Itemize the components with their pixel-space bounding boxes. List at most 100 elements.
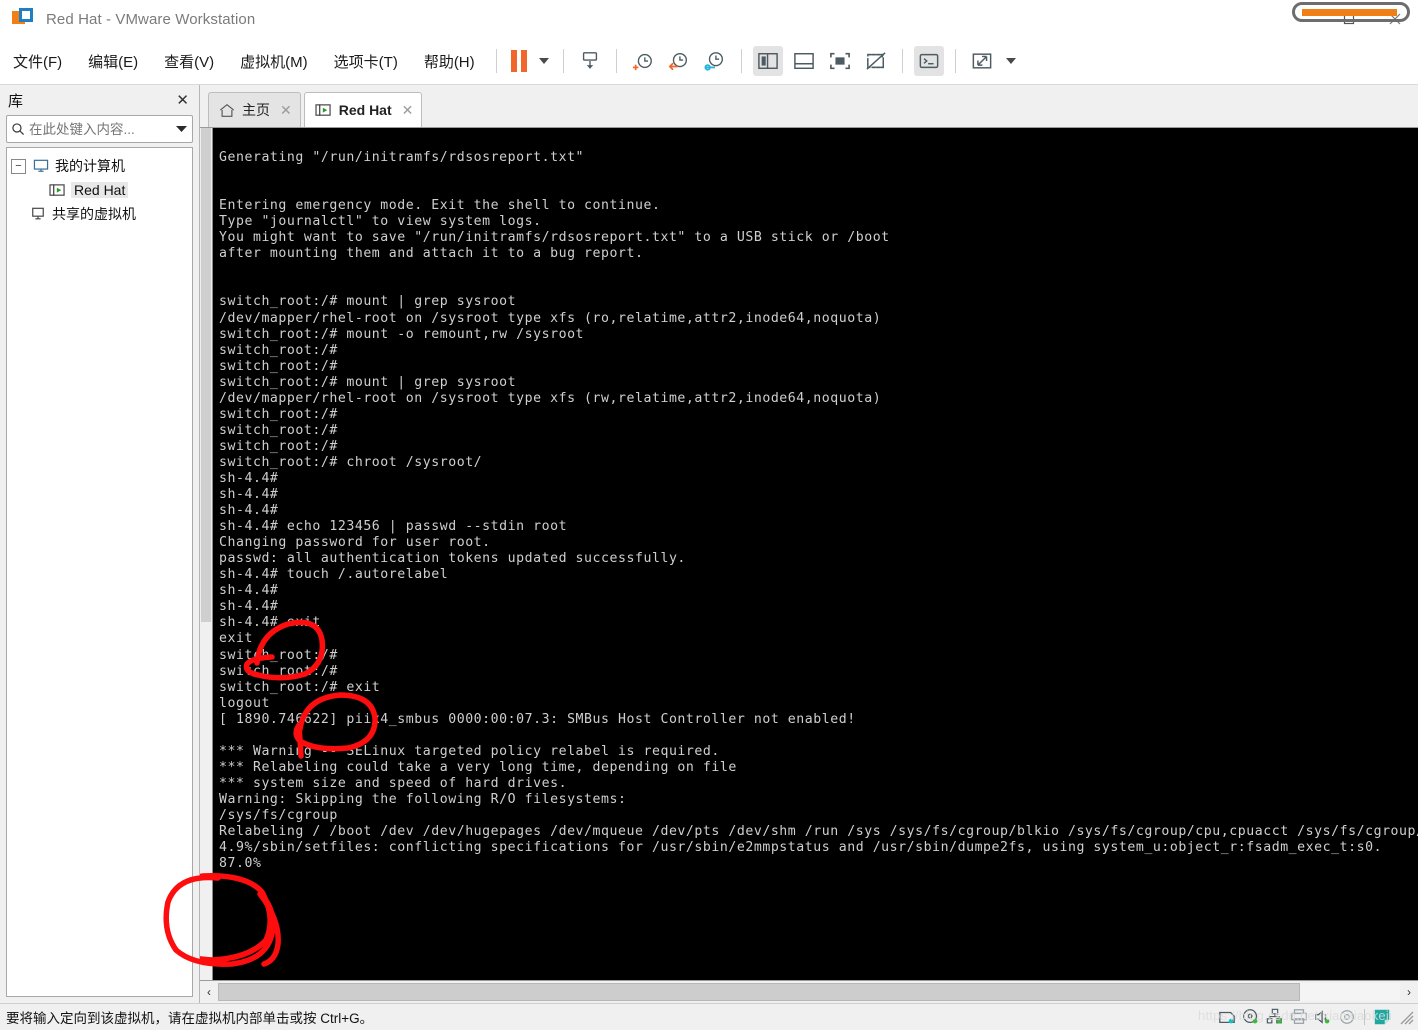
tab-red-hat[interactable]: Red Hat ✕ bbox=[303, 92, 423, 127]
terminal-line: switch_root:/# bbox=[219, 663, 338, 679]
full-screen-icon[interactable] bbox=[825, 46, 855, 76]
terminal-line: switch_root:/# bbox=[219, 342, 338, 358]
show-library-icon[interactable] bbox=[752, 46, 783, 76]
take-snapshot-icon[interactable] bbox=[628, 46, 658, 76]
resize-grip-icon[interactable] bbox=[1398, 1009, 1414, 1025]
tab-home[interactable]: 主页 ✕ bbox=[208, 92, 301, 127]
library-search-field[interactable] bbox=[29, 121, 170, 137]
vmware-logo-icon bbox=[12, 8, 34, 30]
scroll-left-button[interactable]: ‹ bbox=[200, 982, 218, 1002]
vm-running-icon bbox=[315, 103, 332, 118]
terminal-line: [ 1890.746622] piix4_smbus 0000:00:07.3:… bbox=[219, 711, 856, 727]
terminal-line: You might want to save "/run/initramfs/r… bbox=[219, 230, 890, 246]
terminal-line: switch_root:/# mount | grep sysroot bbox=[219, 374, 517, 390]
computer-icon bbox=[32, 158, 50, 174]
chevron-down-icon[interactable] bbox=[538, 58, 549, 64]
tree-label: Red Hat bbox=[71, 182, 129, 198]
terminal-line: 4.9%/sbin/setfiles: conflicting specific… bbox=[219, 840, 1383, 856]
chevron-down-icon[interactable] bbox=[1005, 58, 1016, 64]
menu-tabs[interactable]: 选项卡(T) bbox=[321, 51, 411, 72]
horizontal-scrollbar-track[interactable] bbox=[218, 983, 1400, 1001]
vmware-workstation-window: Red Hat - VMware Workstation 文件(F) 编辑(E)… bbox=[0, 0, 1418, 1030]
terminal-line: *** system size and speed of hard drives… bbox=[219, 775, 568, 791]
terminal-line: switch_root:/# exit bbox=[219, 679, 381, 695]
manage-snapshots-icon[interactable] bbox=[700, 46, 730, 76]
tree-item-shared-vms[interactable]: 共享的虚拟机 bbox=[7, 202, 192, 226]
terminal-line: switch_root:/# mount -o remount,rw /sysr… bbox=[219, 326, 585, 342]
watermark-text: https://blog.csdn.net/xiaoxiaokeji bbox=[1198, 1008, 1392, 1023]
collapse-toggle-icon[interactable]: − bbox=[11, 158, 26, 174]
horizontal-scrollbar-thumb[interactable] bbox=[218, 983, 1300, 1001]
window-title: Red Hat - VMware Workstation bbox=[46, 10, 256, 28]
terminal-line: /dev/mapper/rhel-root on /sysroot type x… bbox=[219, 390, 882, 406]
terminal-line: Entering emergency mode. Exit the shell … bbox=[219, 198, 661, 214]
vm-running-icon bbox=[48, 182, 66, 198]
vm-console[interactable]: Generating "/run/initramfs/rdsosreport.t… bbox=[163, 127, 1418, 980]
horizontal-scrollbar[interactable]: ‹ › bbox=[200, 980, 1418, 1003]
shared-vms-icon bbox=[29, 206, 47, 222]
toolbar-separator bbox=[740, 49, 742, 73]
toolbar-separator bbox=[901, 49, 903, 73]
tree-item-my-computer[interactable]: − 我的计算机 bbox=[7, 154, 192, 178]
terminal-line: Relabeling / /boot /dev /dev/hugepages /… bbox=[219, 824, 1418, 840]
vm-area: 主页 ✕ Red Hat ✕ Generating "/run/initramf… bbox=[163, 85, 1418, 1003]
unity-mode-icon[interactable] bbox=[861, 46, 891, 76]
terminal-line: 87.0% bbox=[219, 856, 262, 872]
close-icon[interactable]: ✕ bbox=[172, 91, 193, 109]
menu-file[interactable]: 文件(F) bbox=[0, 51, 75, 72]
vertical-scrollbar[interactable] bbox=[200, 128, 213, 980]
terminal-output[interactable]: Generating "/run/initramfs/rdsosreport.t… bbox=[213, 128, 1418, 980]
status-bar: 要将输入定向到该虚拟机，请在虚拟机内部单击或按 Ctrl+G。 https://… bbox=[0, 1003, 1418, 1030]
terminal-line: switch_root:/# bbox=[219, 406, 338, 422]
stretch-guest-icon[interactable] bbox=[967, 46, 997, 76]
terminal-line: sh-4.4# bbox=[219, 583, 279, 599]
menu-view[interactable]: 查看(V) bbox=[151, 51, 227, 72]
toolbar-separator bbox=[615, 49, 617, 73]
menu-help[interactable]: 帮助(H) bbox=[411, 51, 488, 72]
tree-label: 我的计算机 bbox=[55, 158, 125, 174]
library-tree[interactable]: − 我的计算机 Red Hat 共享的虚拟机 bbox=[6, 147, 193, 997]
terminal-line: Type "journalctl" to view system logs. bbox=[219, 214, 542, 230]
annotation-highlight-close bbox=[1292, 2, 1410, 22]
terminal-line: /dev/mapper/rhel-root on /sysroot type x… bbox=[219, 310, 882, 326]
tab-label: Red Hat bbox=[338, 102, 392, 118]
tab-strip: 主页 ✕ Red Hat ✕ bbox=[200, 85, 1418, 127]
library-panel: 库 ✕ − bbox=[0, 85, 200, 1003]
terminal-line: sh-4.4# bbox=[219, 470, 279, 486]
menu-toolbar: 文件(F) 编辑(E) 查看(V) 虚拟机(M) 选项卡(T) 帮助(H) bbox=[0, 38, 1418, 85]
terminal-line: *** Warning -- SELinux targeted policy r… bbox=[219, 743, 720, 759]
terminal-line: logout bbox=[219, 695, 270, 711]
title-bar: Red Hat - VMware Workstation bbox=[0, 0, 1418, 38]
terminal-line: sh-4.4# exit bbox=[219, 615, 321, 631]
show-thumbnail-bar-icon[interactable] bbox=[789, 46, 819, 76]
pause-icon[interactable] bbox=[510, 50, 533, 72]
tree-label: 共享的虚拟机 bbox=[52, 206, 136, 222]
menu-vm[interactable]: 虚拟机(M) bbox=[227, 51, 321, 72]
terminal-line: switch_root:/# bbox=[219, 438, 338, 454]
vertical-scrollbar-thumb[interactable] bbox=[201, 128, 211, 623]
main-area: 库 ✕ − bbox=[0, 85, 1418, 1003]
terminal-line: switch_root:/# bbox=[219, 422, 338, 438]
menu-edit[interactable]: 编辑(E) bbox=[75, 51, 151, 72]
terminal-line: sh-4.4# echo 123456 | passwd --stdin roo… bbox=[219, 519, 568, 535]
chevron-down-icon[interactable] bbox=[170, 125, 192, 133]
library-header: 库 ✕ bbox=[0, 85, 199, 115]
close-icon[interactable]: ✕ bbox=[402, 102, 414, 119]
scroll-right-button[interactable]: › bbox=[1400, 982, 1418, 1002]
terminal-line: passwd: all authentication tokens update… bbox=[219, 551, 686, 567]
tree-item-red-hat[interactable]: Red Hat bbox=[7, 178, 192, 202]
terminal-line: sh-4.4# bbox=[219, 503, 279, 519]
terminal-line: sh-4.4# bbox=[219, 487, 279, 503]
revert-snapshot-icon[interactable] bbox=[664, 46, 694, 76]
send-ctrl-alt-del-icon[interactable] bbox=[575, 46, 605, 76]
home-icon bbox=[219, 103, 235, 118]
close-icon[interactable]: ✕ bbox=[280, 102, 292, 119]
console-view-icon[interactable] bbox=[913, 46, 944, 76]
terminal-line: exit bbox=[219, 631, 253, 647]
search-input[interactable] bbox=[6, 115, 193, 143]
